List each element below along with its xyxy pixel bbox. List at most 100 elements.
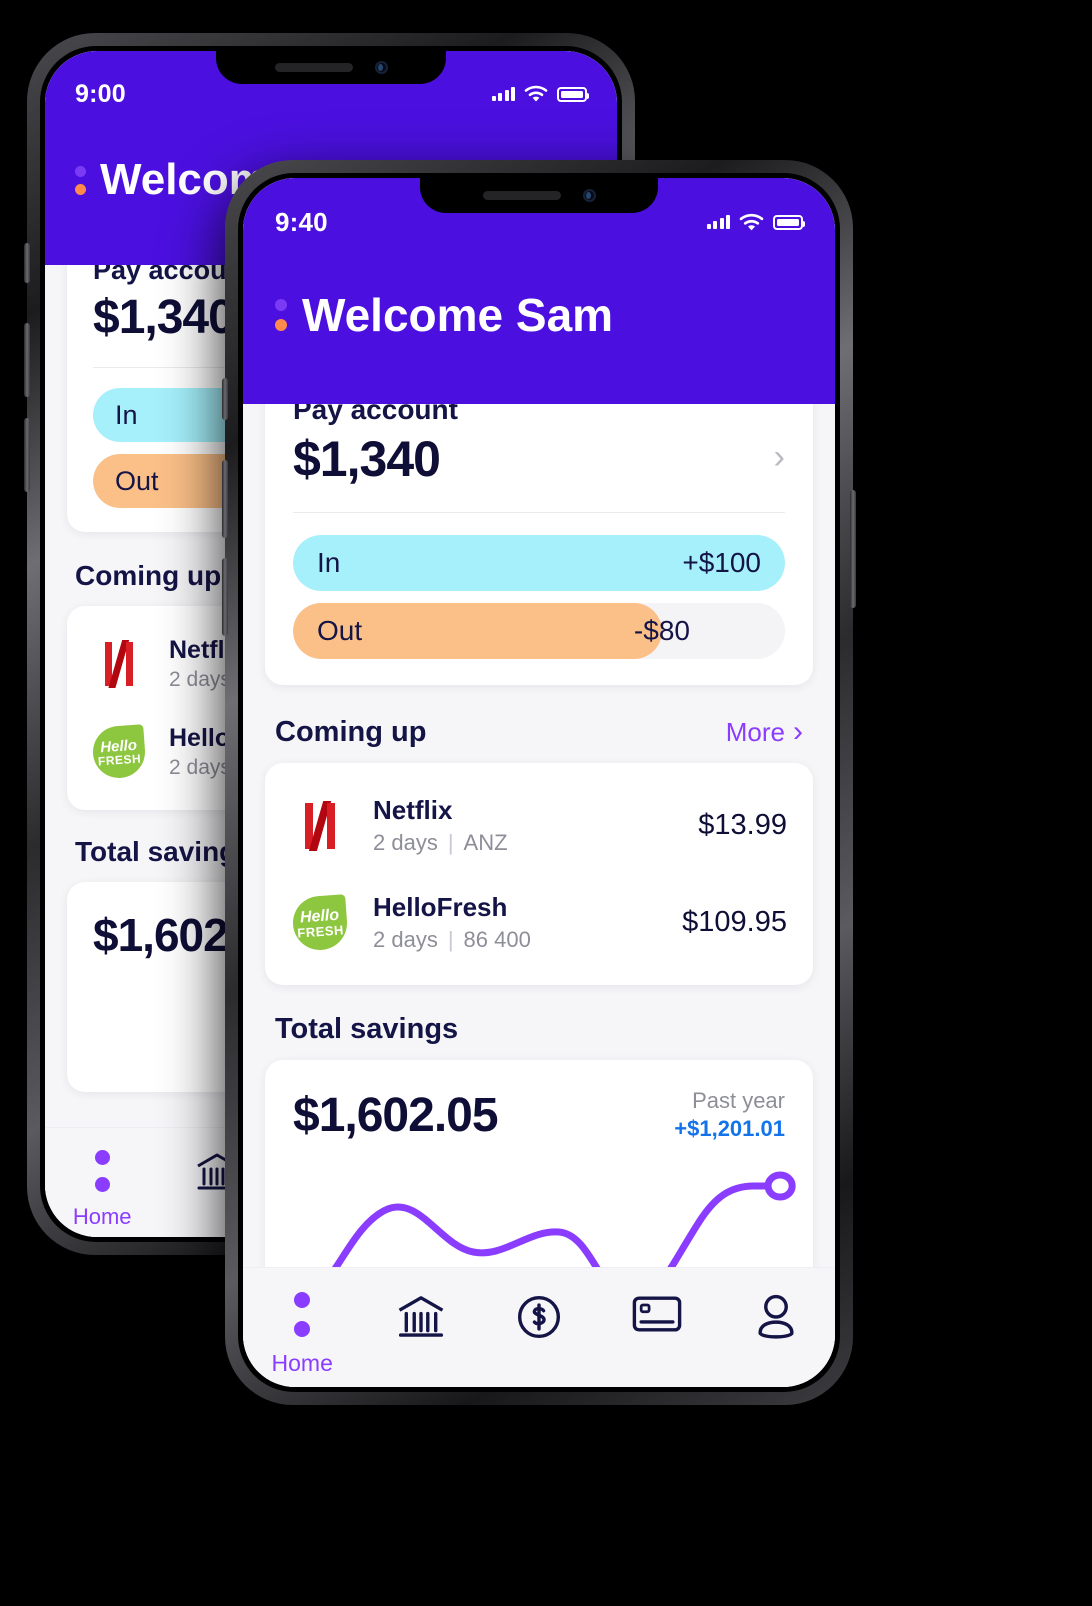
bill-due: 2 days	[169, 756, 231, 779]
chevron-right-icon[interactable]: ›	[774, 438, 785, 477]
bill-meta: Netflix 2 days | ANZ	[373, 795, 698, 856]
savings-change-block: Past year +$1,201.01	[674, 1088, 785, 1142]
netflix-logo	[91, 636, 147, 692]
netflix-logo	[291, 797, 349, 855]
savings-card[interactable]: $1,602.05 Past year +$1,201.01	[265, 1060, 813, 1267]
battery-full-icon	[557, 86, 589, 102]
flow-bar-out: Out -$80	[293, 603, 785, 659]
hellofresh-logo: Hello FRESH	[91, 724, 147, 780]
phone-back-notch	[216, 51, 446, 84]
status-time: 9:40	[275, 206, 328, 237]
phone-front-power-button[interactable]	[850, 490, 856, 608]
coming-up-card[interactable]: Netflix 2 days | ANZ $13.99	[265, 763, 813, 985]
savings-chart-endpoint	[768, 1175, 792, 1197]
tab-payments[interactable]	[480, 1292, 598, 1342]
status-time: 9:00	[75, 79, 126, 108]
flow-bar-out-value: -$80	[633, 615, 690, 646]
phone-front-volume-down-button[interactable]	[222, 558, 228, 636]
bill-subtitle: 2 days | ANZ	[373, 830, 698, 856]
savings-summary: $1,602.05 Past year +$1,201.01	[293, 1088, 785, 1143]
bill-name: Netflix	[373, 795, 453, 825]
bill-name: HelloFresh	[373, 892, 508, 922]
savings-header: Total savings	[275, 1013, 803, 1046]
bill-source: ANZ	[463, 830, 508, 855]
savings-period-label: Past year	[692, 1088, 785, 1113]
phone-front-notch	[420, 178, 658, 213]
person-icon	[752, 1292, 800, 1342]
tab-accounts[interactable]	[361, 1292, 479, 1342]
dollar-circle-icon	[514, 1292, 564, 1342]
cellular-bars-icon	[491, 87, 515, 101]
phone-back-volume-up-button[interactable]	[24, 323, 30, 397]
coming-up-title: Coming up	[75, 560, 222, 591]
tab-home[interactable]: Home	[45, 1150, 159, 1230]
cellular-bars-icon	[706, 215, 730, 229]
pay-account-label: Pay account	[293, 404, 458, 425]
flow-bar-out-label: Out	[317, 615, 363, 646]
battery-full-icon	[773, 214, 805, 230]
bill-meta: HelloFresh 2 days | 86 400	[373, 892, 682, 953]
tab-home-label: Home	[72, 1204, 132, 1229]
tab-home[interactable]: Home	[243, 1292, 361, 1377]
home-dots-icon	[294, 1292, 311, 1337]
bank-icon	[395, 1292, 447, 1342]
bill-due: 2 days	[169, 668, 231, 691]
card-divider	[293, 512, 785, 513]
more-label: More	[725, 716, 785, 747]
flow-bar-in: In +$100	[293, 535, 785, 591]
phone-front-tabbar[interactable]: Home	[243, 1267, 835, 1387]
phone-front-mute-button[interactable]	[222, 378, 228, 420]
speaker-grille-icon	[274, 63, 353, 72]
phone-front-screen: 9:40 Welcome Sam Pay account $1,340 › In…	[243, 178, 835, 1387]
more-link[interactable]: More ›	[726, 715, 803, 749]
bill-due: 2 days	[373, 927, 438, 952]
coming-up-title: Coming up	[275, 715, 427, 748]
table-row[interactable]: Netflix 2 days | ANZ $13.99	[291, 777, 787, 874]
bill-due: 2 days	[373, 830, 438, 855]
bill-source: 86 400	[463, 927, 531, 952]
tab-home-label: Home	[271, 1350, 333, 1376]
savings-chart-line	[298, 1186, 780, 1267]
chevron-right-icon: ›	[793, 715, 803, 748]
coming-up-header: Coming up More ›	[275, 715, 803, 749]
bill-amount: $109.95	[682, 906, 787, 938]
tab-profile[interactable]	[717, 1292, 835, 1342]
front-camera-icon	[582, 189, 596, 202]
pay-account-balance: $1,340	[293, 431, 441, 487]
card-icon	[631, 1292, 683, 1336]
bill-amount: $13.99	[698, 809, 787, 841]
screenshot-stage: 9:00 Welcome Pay account $1,340 In Out C…	[0, 0, 1092, 1606]
table-row[interactable]: Hello FRESH HelloFresh 2 days |	[291, 874, 787, 971]
wifi-icon	[739, 213, 764, 230]
status-icons	[491, 85, 589, 103]
hellofresh-logo: Hello FRESH	[291, 893, 349, 952]
bill-subtitle: 2 days | 86 400	[373, 927, 682, 953]
savings-change: +$1,201.01	[674, 1116, 785, 1141]
phone-front-inner: 9:40 Welcome Sam Pay account $1,340 › In…	[238, 173, 840, 1392]
phone-back-mute-button[interactable]	[24, 243, 30, 283]
phone-front-app: 9:40 Welcome Sam Pay account $1,340 › In…	[243, 178, 835, 1387]
status-icons	[706, 213, 805, 232]
savings-line-chart	[265, 1150, 813, 1267]
brand-dots-icon	[75, 165, 86, 195]
savings-chart-svg	[265, 1150, 813, 1267]
wifi-icon	[524, 85, 548, 102]
pay-account-card[interactable]: Pay account $1,340 › In +$100 Out -$80	[265, 404, 813, 685]
front-camera-icon	[374, 61, 388, 74]
speaker-grille-icon	[482, 191, 561, 200]
savings-amount: $1,602.05	[293, 1089, 499, 1142]
phone-front-volume-up-button[interactable]	[222, 460, 228, 538]
brand-dots-icon	[275, 299, 287, 331]
flow-bar-in-label: In	[115, 399, 138, 430]
greeting-text: Welcome Sam	[302, 289, 614, 341]
bill-separator: |	[447, 927, 454, 952]
phone-front: 9:40 Welcome Sam Pay account $1,340 › In…	[222, 160, 856, 1405]
phone-front-body[interactable]: Pay account $1,340 › In +$100 Out -$80 C…	[243, 404, 835, 1267]
flow-bar-in-label: In	[317, 547, 341, 578]
phone-back-volume-down-button[interactable]	[24, 418, 30, 492]
tab-cards[interactable]	[598, 1292, 716, 1336]
home-dots-icon	[94, 1150, 110, 1192]
flow-bar-in-value: +$100	[682, 547, 761, 578]
bill-separator: |	[447, 830, 454, 855]
savings-title: Total savings	[275, 1013, 459, 1045]
